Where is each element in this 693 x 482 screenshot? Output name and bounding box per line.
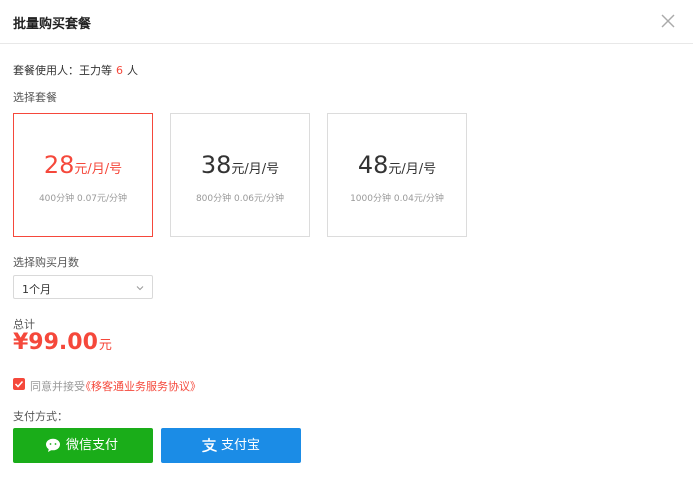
dialog-header: 批量购买套餐	[0, 0, 693, 44]
plan-price-value: 38	[200, 151, 232, 179]
plan-desc: 800分钟 0.06元/分钟	[195, 194, 285, 204]
chevron-down-icon	[136, 286, 144, 291]
plan-desc: 1000分钟 0.04元/分钟	[350, 194, 444, 204]
dialog-title: 批量购买套餐	[13, 17, 92, 32]
plan-price-value: 28	[43, 151, 75, 179]
plan-price: 38元/月/号	[171, 152, 309, 183]
plan-users: 套餐使用人：王力等 6 人	[13, 62, 138, 78]
agreement-text: 同意并接受	[30, 380, 85, 393]
plan-price-unit: 元/月/号	[388, 162, 437, 177]
agreement-link[interactable]: 《移客通业务服务协议》	[80, 378, 201, 394]
plans-label: 选择套餐	[13, 91, 57, 104]
plan-price-unit: 元/月/号	[231, 162, 280, 177]
alipay-button[interactable]: 支付宝	[161, 428, 301, 463]
months-label: 选择购买月数	[13, 256, 79, 269]
plan-option-48[interactable]: 48元/月/号 1000分钟 0.04元/分钟	[327, 113, 467, 237]
users-suffix: 人	[127, 64, 138, 77]
alipay-label: 支付宝	[221, 438, 261, 453]
months-select[interactable]: 1个月	[13, 275, 153, 299]
total-amount-value: ¥99.00	[13, 330, 98, 355]
plan-price-unit: 元/月/号	[74, 162, 123, 177]
payment-label: 支付方式：	[13, 410, 68, 423]
plan-price-value: 48	[357, 151, 389, 179]
total-amount-unit: 元	[98, 338, 112, 353]
alipay-icon	[202, 437, 217, 453]
users-names: 王力等	[79, 64, 112, 77]
months-selected-value: 1个月	[22, 283, 51, 296]
plan-desc: 400分钟 0.07元/分钟	[38, 194, 128, 204]
close-icon[interactable]	[657, 10, 679, 32]
users-count: 6	[116, 64, 123, 77]
plan-price: 28元/月/号	[14, 152, 152, 183]
plan-price: 48元/月/号	[328, 152, 466, 183]
plan-option-28[interactable]: 28元/月/号 400分钟 0.07元/分钟	[13, 113, 153, 237]
wechat-pay-label: 微信支付	[66, 438, 119, 453]
agreement-checkbox[interactable]	[13, 378, 25, 390]
users-label: 套餐使用人：	[13, 64, 79, 77]
total-amount: ¥99.00元	[13, 330, 112, 359]
plan-option-38[interactable]: 38元/月/号 800分钟 0.06元/分钟	[170, 113, 310, 237]
wechat-icon	[46, 438, 60, 452]
wechat-pay-button[interactable]: 微信支付	[13, 428, 153, 463]
